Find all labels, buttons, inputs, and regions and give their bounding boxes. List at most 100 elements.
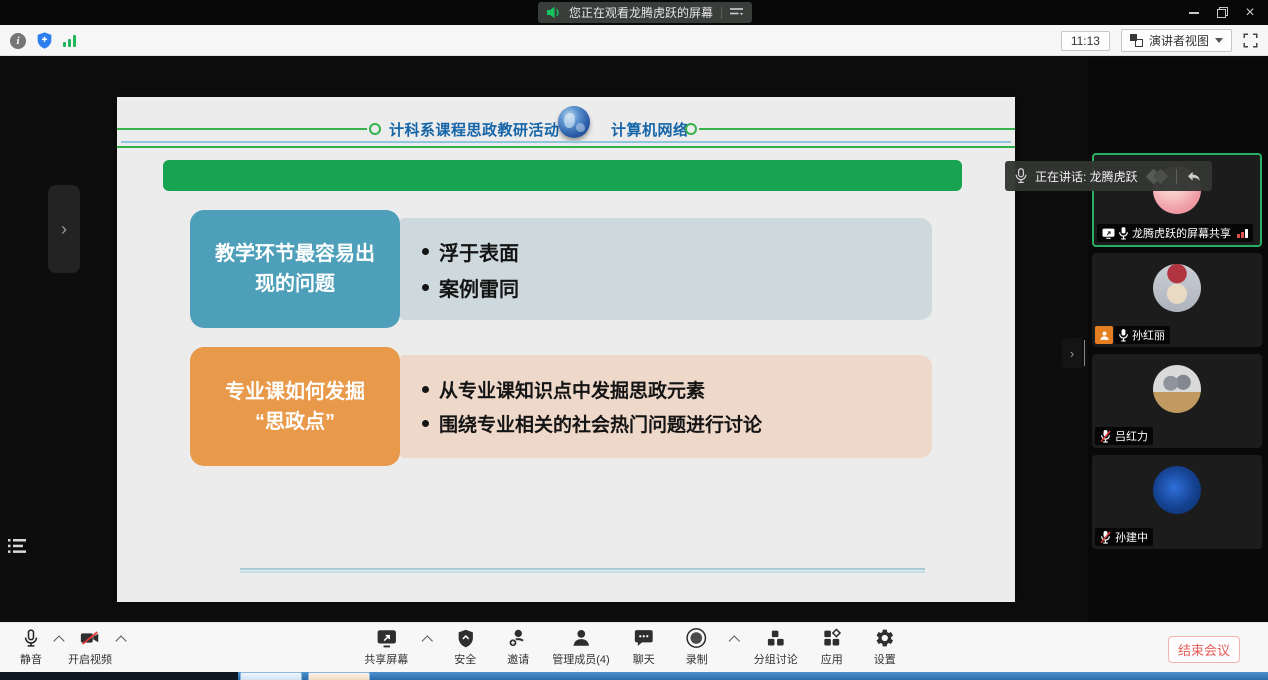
mic-on-icon [1119, 329, 1128, 342]
speaker-icon [547, 6, 561, 19]
toolbar-left-group: i [10, 25, 76, 56]
breakout-rooms-button[interactable]: 分组讨论 [754, 627, 798, 667]
left-panel-expand-handle[interactable]: › [48, 185, 80, 273]
app-toolbar: i 11:13 演讲者视图 [0, 25, 1268, 56]
header-line-left [117, 128, 367, 130]
mic-muted-icon [1100, 430, 1111, 443]
video-tile-participant[interactable]: 孙建中 [1092, 455, 1262, 549]
close-icon: × [1245, 5, 1254, 21]
mute-button[interactable]: 静音 [12, 627, 50, 667]
speaking-toast-text: 正在讲话: 龙腾虎跃 [1035, 168, 1138, 185]
manage-members-button[interactable]: 管理成员(4) [552, 627, 609, 667]
settings-button[interactable]: 设置 [866, 627, 904, 667]
view-mode-button[interactable]: 演讲者视图 [1121, 29, 1232, 52]
participant-name: 孙红丽 [1132, 327, 1165, 343]
chat-button[interactable]: 聊天 [625, 627, 663, 667]
window-controls: × [1180, 0, 1264, 25]
record-button[interactable]: 录制 [678, 627, 716, 667]
bullet-text: 围绕专业相关的社会热门问题进行讨论 [439, 410, 762, 437]
participant-name: 龙腾虎跃的屏幕共享 [1132, 225, 1231, 241]
topic-box-title: 专业课如何发掘 “思政点” [225, 377, 365, 437]
slide-title-left: 计科系课程思政教研活动 [389, 119, 560, 140]
reply-arrow-icon[interactable] [1187, 170, 1202, 183]
avatar [1153, 466, 1201, 514]
meeting-timer: 11:13 [1061, 31, 1110, 51]
header-underline-blue [121, 141, 1011, 143]
security-shield-icon[interactable] [37, 32, 52, 49]
content-box-teaching-problems: 浮于表面 案例雷同 [400, 218, 932, 320]
breakout-blocks-icon [765, 627, 786, 649]
close-button[interactable]: × [1236, 0, 1264, 25]
mic-options-chevron[interactable] [53, 635, 64, 646]
restore-button[interactable] [1208, 0, 1236, 25]
mic-icon [21, 627, 41, 649]
mic-muted-icon [1100, 531, 1111, 544]
mic-icon [1015, 168, 1027, 184]
invite-label: 邀请 [507, 651, 529, 667]
bullet-text: 从专业课知识点中发掘思政元素 [439, 376, 705, 403]
taskbar-window-button[interactable] [240, 672, 302, 680]
taskbar-window-button[interactable] [308, 672, 370, 680]
chevron-right-icon: › [1070, 346, 1074, 361]
taskbar-dark-segment [0, 672, 238, 680]
meeting-info-icon[interactable]: i [10, 33, 26, 49]
watching-screen-banner: 您正在观看龙腾虎跃的屏幕 [538, 2, 752, 23]
start-video-button[interactable]: 开启视频 [68, 627, 112, 667]
gear-icon [874, 627, 895, 649]
bullet-item: 从专业课知识点中发掘思政元素 [422, 376, 932, 403]
header-circle-left [369, 123, 381, 135]
video-tile-participant[interactable]: 孙红丽 [1092, 253, 1262, 347]
watching-screen-text: 您正在观看龙腾虎跃的屏幕 [569, 4, 713, 21]
control-bar: 静音 开启视频 共享屏幕 安全 邀请 [0, 622, 1268, 672]
minimize-icon [1189, 12, 1199, 14]
divider [721, 7, 722, 19]
shared-screen-slide: 计科系课程思政教研活动 计算机网络 教学环节最容易出 现的问题 浮于表面 案例雷… [117, 97, 1015, 602]
share-options-chevron[interactable] [422, 635, 433, 646]
slide-footer-line [240, 568, 925, 570]
bullet-dot [422, 420, 429, 427]
topic-box-ideology-points: 专业课如何发掘 “思政点” [190, 347, 400, 466]
slide-title-right: 计算机网络 [611, 119, 689, 140]
bullet-item: 浮于表面 [422, 237, 932, 266]
sidebar-collapse-handle[interactable]: › [1062, 338, 1082, 368]
security-button[interactable]: 安全 [446, 627, 484, 667]
mute-label: 静音 [20, 651, 42, 667]
header-line-right [699, 128, 1015, 130]
tile-label: 龙腾虎跃的屏幕共享 [1097, 224, 1253, 242]
content-box-ideology-points: 从专业课知识点中发掘思政元素 围绕专业相关的社会热门问题进行讨论 [400, 355, 932, 458]
bullet-text: 浮于表面 [439, 237, 519, 266]
agenda-list-icon[interactable] [8, 538, 28, 554]
toolbar-right-group: 11:13 演讲者视图 [1061, 25, 1258, 56]
video-tile-participant[interactable]: 吕红力 [1092, 354, 1262, 448]
header-circle-right [685, 123, 697, 135]
network-signal-icon[interactable] [63, 35, 76, 47]
participant-name: 吕红力 [1115, 428, 1148, 444]
share-screen-icon [375, 627, 398, 649]
topic-box-title: 教学环节最容易出 现的问题 [215, 239, 375, 299]
breakout-rooms-label: 分组讨论 [754, 651, 798, 667]
bullet-item: 案例雷同 [422, 273, 932, 302]
invite-button[interactable]: 邀请 [499, 627, 537, 667]
invite-person-icon [507, 627, 529, 649]
end-meeting-button[interactable]: 结束会议 [1168, 636, 1240, 663]
apps-button[interactable]: 应用 [813, 627, 851, 667]
os-taskbar [0, 672, 1268, 680]
fullscreen-icon[interactable] [1243, 33, 1258, 48]
person-icon [570, 627, 592, 649]
control-bar-center: 共享屏幕 安全 邀请 管理成员(4) 聊天 录制 [364, 627, 903, 667]
main-stage: 计科系课程思政教研活动 计算机网络 教学环节最容易出 现的问题 浮于表面 案例雷… [0, 57, 1268, 622]
bullet-dot [422, 284, 429, 291]
camera-off-icon [78, 627, 102, 649]
minimize-button[interactable] [1180, 0, 1208, 25]
banner-menu-icon[interactable] [730, 7, 743, 18]
chevron-down-icon [1215, 38, 1223, 43]
green-banner [163, 160, 962, 191]
video-options-chevron[interactable] [115, 635, 126, 646]
tile-label-row: 孙红丽 [1095, 326, 1170, 344]
share-screen-label: 共享屏幕 [364, 651, 408, 667]
header-underline-green [117, 146, 1015, 148]
share-screen-button[interactable]: 共享屏幕 [364, 627, 408, 667]
record-options-chevron[interactable] [729, 635, 740, 646]
divider [1176, 169, 1177, 184]
avatar [1153, 264, 1201, 312]
